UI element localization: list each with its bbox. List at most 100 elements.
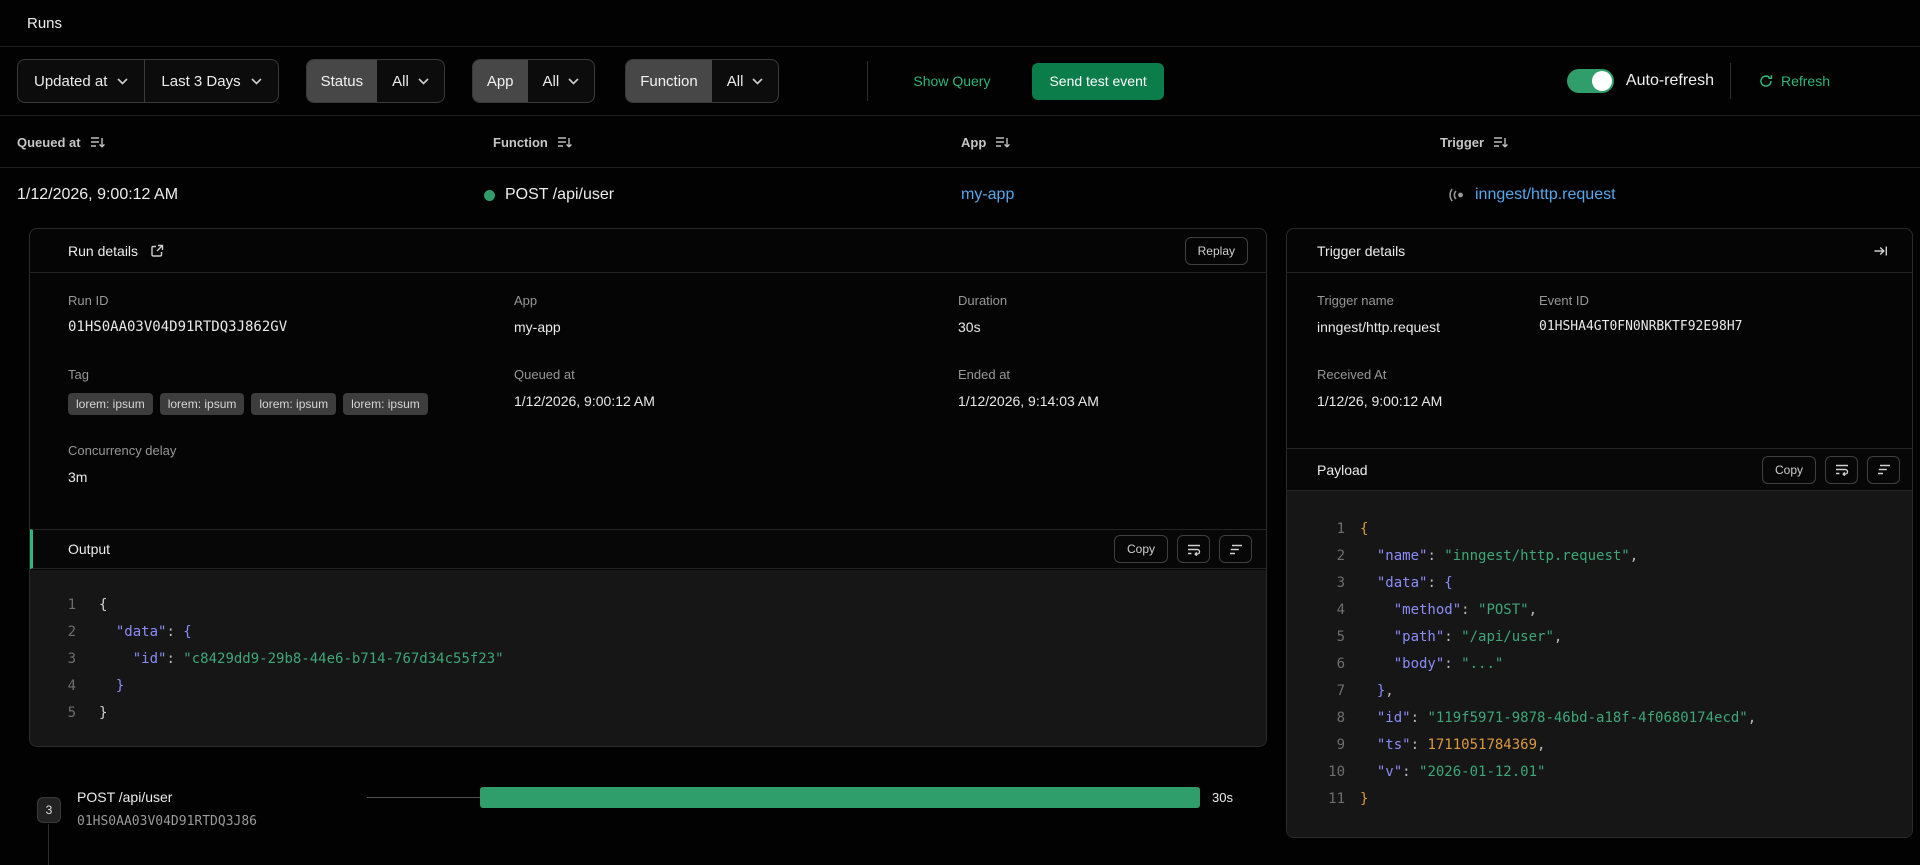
app-link[interactable]: my-app [961, 186, 1014, 204]
refresh-icon [1760, 75, 1773, 87]
tag-chip: lorem: ipsum [159, 393, 245, 415]
event-trigger-icon [1449, 188, 1463, 202]
table-row[interactable]: 1/12/2026, 9:00:12 AM POST /api/user my-… [0, 168, 1920, 222]
sort-icon [90, 136, 105, 147]
field-app: App my-app [514, 293, 561, 335]
code-line: 6 "body": "..." [1336, 656, 1504, 672]
timeline-duration-bar[interactable] [480, 787, 1200, 808]
status-dot [484, 189, 495, 201]
code-line: 5} [67, 705, 108, 721]
function-filter-value: All [726, 72, 744, 90]
word-wrap-button[interactable] [1825, 455, 1858, 484]
payload-copy-button[interactable]: Copy [1761, 455, 1816, 484]
cell-trigger: inngest/http.request [1448, 168, 1616, 222]
word-wrap-button[interactable] [1177, 535, 1210, 563]
runs-table-header: Queued at Function App Trigger [0, 116, 1920, 168]
chevron-down-icon [752, 77, 763, 85]
send-test-event-button[interactable]: Send test event [1032, 62, 1164, 100]
run-details-panel: Run details Replay Run ID 01HS0AA03V04D9… [29, 228, 1267, 747]
sort-icon [1494, 136, 1508, 147]
output-title: Output [68, 541, 111, 557]
cell-queued-at: 1/12/2026, 9:00:12 AM [17, 186, 179, 203]
field-trigger-name: Trigger name inngest/http.request [1317, 293, 1440, 335]
function-filter-label: Function [626, 60, 712, 102]
time-range-dropdown[interactable]: Last 3 Days [145, 60, 277, 102]
run-details-header: Run details Replay [30, 229, 1266, 273]
payload-code-block[interactable]: 1{2 "name": "inngest/http.request", 3 "da… [1287, 491, 1912, 837]
code-line: 1{ [1336, 521, 1369, 537]
code-line: 9 "ts": 1711051784369, [1336, 737, 1546, 753]
event-id-value: 01HSHA4GT0FN0NRBKTF92E98H7 [1539, 319, 1743, 334]
top-bar: Runs [0, 0, 1920, 47]
format-button[interactable] [1867, 455, 1900, 484]
chevron-down-icon [418, 77, 429, 85]
filter-divider [867, 61, 869, 101]
run-id-value: 01HS0AA03V04D91RTDQ3J862GV [68, 319, 288, 335]
field-tag: Tag lorem: ipsum lorem: ipsum lorem: ipsum… [68, 367, 428, 415]
trigger-details-title: Trigger details [1317, 242, 1406, 259]
output-code-block[interactable]: 1{ 2 "data": { 3 "id": "c8429dd9-29b8-44e6… [30, 570, 1266, 746]
format-button[interactable] [1219, 535, 1252, 563]
code-line: 4 } [67, 678, 125, 694]
field-run-id: Run ID 01HS0AA03V04D91RTDQ3J862GV [68, 293, 288, 335]
auto-refresh-label: Auto-refresh [1625, 72, 1714, 89]
show-query-link[interactable]: Show Query [913, 73, 990, 89]
sort-icon [557, 136, 572, 147]
external-link-icon[interactable] [150, 244, 164, 258]
status-filter-value: All [392, 72, 409, 90]
refresh-button[interactable]: Refresh [1759, 73, 1830, 89]
sort-field-dropdown[interactable]: Updated at [18, 60, 144, 102]
word-wrap-icon [1187, 544, 1200, 556]
run-details-title: Run details [68, 242, 139, 259]
status-filter-dropdown[interactable]: Status All [305, 59, 445, 103]
timeline-function-name: POST /api/user [77, 789, 173, 805]
field-concurrency-delay: Concurrency delay 3m [68, 443, 177, 485]
filter-bar: Updated at Last 3 Days Status All App Al… [0, 47, 1920, 116]
tag-chip: lorem: ipsum [68, 393, 153, 415]
code-line: 3 "id": "c8429dd9-29b8-44e6-b714-767d34c… [67, 651, 504, 667]
status-filter-label: Status [306, 60, 378, 102]
cell-app: my-app [961, 168, 1014, 222]
chevron-down-icon [117, 77, 128, 85]
collapse-panel-icon[interactable] [1873, 244, 1888, 258]
column-header-function[interactable]: Function [493, 116, 572, 168]
chevron-down-icon [251, 77, 262, 85]
code-line: 8 "id": "119f5971-9878-46bd-a18f-4f06801… [1336, 710, 1757, 726]
function-filter-dropdown[interactable]: Function All [625, 59, 780, 103]
replay-button[interactable]: Replay [1184, 236, 1248, 265]
payload-title: Payload [1317, 461, 1368, 478]
field-event-id: Event ID 01HSHA4GT0FN0NRBKTF92E98H7 [1539, 293, 1743, 334]
output-section-header[interactable]: Output Copy [30, 529, 1266, 569]
field-duration: Duration 30s [958, 293, 1008, 335]
toggle-knob [1591, 71, 1612, 91]
column-header-queued-at[interactable]: Queued at [17, 116, 105, 168]
tag-chip: lorem: ipsum [251, 393, 337, 415]
page-title: Runs [27, 14, 63, 32]
app-link-green[interactable]: my-app [514, 319, 561, 335]
column-header-app[interactable]: App [961, 116, 1011, 168]
tag-chip-list: lorem: ipsum lorem: ipsum lorem: ipsum lore… [68, 393, 428, 415]
code-line: 2 "data": { [67, 624, 192, 640]
column-header-trigger[interactable]: Trigger [1440, 116, 1508, 168]
trigger-details-header: Trigger details [1287, 229, 1912, 273]
word-wrap-icon [1835, 464, 1848, 476]
field-queued-at: Queued at 1/12/2026, 9:00:12 AM [514, 367, 655, 409]
code-line: 1{ [67, 597, 108, 613]
trigger-link[interactable]: inngest/http.request [1475, 186, 1616, 204]
auto-refresh-toggle[interactable] [1566, 69, 1614, 93]
refresh-divider [1729, 63, 1731, 99]
refresh-controls: Auto-refresh Refresh [1566, 63, 1830, 99]
timeline-duration-label: 30s [1212, 790, 1233, 805]
field-received-at: Received At 1/12/26, 9:00:12 AM [1317, 367, 1443, 409]
sort-icon [996, 136, 1011, 147]
time-filter-group: Updated at Last 3 Days [17, 59, 279, 103]
code-line: 4 "method": "POST", [1336, 602, 1538, 618]
step-count-badge[interactable]: 3 [37, 797, 61, 823]
cell-function: POST /api/user [484, 168, 614, 222]
app-filter-value: All [542, 72, 560, 90]
chevron-down-icon [568, 77, 579, 85]
output-copy-button[interactable]: Copy [1113, 535, 1168, 563]
align-left-icon [1229, 544, 1242, 554]
app-filter-dropdown[interactable]: App All [471, 59, 596, 103]
timeline-leader-line [367, 797, 480, 798]
